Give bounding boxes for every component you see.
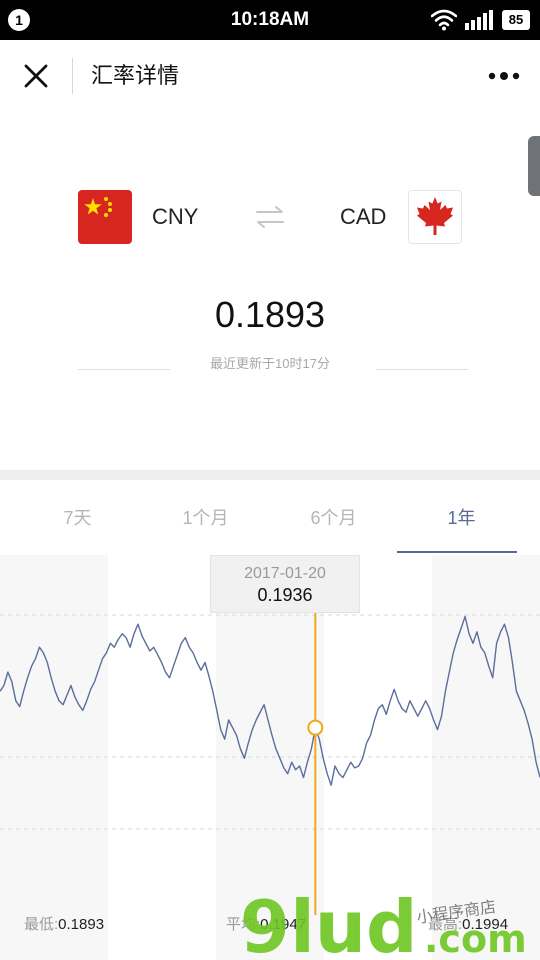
status-time: 10:18AM (230, 9, 310, 30)
stat-high-label: 最高: (428, 916, 463, 933)
stat-low-value: 0.1893 (58, 916, 105, 933)
page-title: 汇率详情 (91, 63, 180, 88)
battery-icon: 85 (502, 10, 530, 30)
chart-tooltip: 2017-01-20 0.1936 (210, 555, 360, 613)
stat-high-value: 0.1994 (462, 916, 509, 933)
to-currency-code[interactable]: CAD (340, 200, 386, 234)
tooltip-date: 2017-01-20 (244, 565, 326, 582)
tab-6-months[interactable]: 6个月 (266, 505, 401, 531)
tooltip-value: 0.1936 (257, 585, 313, 605)
tab-7-days[interactable]: 7天 (10, 505, 145, 531)
stat-avg-label: 平均: (226, 916, 261, 933)
close-icon[interactable] (22, 62, 50, 90)
nav-bar: 汇率详情 (0, 40, 540, 112)
china-flag-icon[interactable] (78, 190, 132, 244)
canada-flag-icon[interactable] (408, 190, 462, 244)
stat-high: 最高:0.1994 (428, 914, 508, 936)
exchange-rate-value: 0.1893 (214, 294, 326, 335)
divider-right (376, 369, 468, 370)
from-currency-code[interactable]: CNY (152, 200, 198, 234)
rate-line-chart[interactable] (0, 555, 540, 960)
more-icon[interactable] (486, 62, 522, 90)
stat-average: 平均:0.1947 (226, 914, 306, 936)
stat-low-label: 最低: (24, 916, 59, 933)
stat-avg-value: 0.1947 (260, 916, 307, 933)
section-gap (0, 470, 540, 480)
cursor-dot (307, 719, 324, 736)
nav-divider (72, 58, 73, 94)
signal-icon (465, 10, 493, 30)
tab-active-indicator (397, 551, 517, 553)
tab-1-month[interactable]: 1个月 (138, 505, 273, 531)
wifi-icon (431, 9, 457, 31)
last-updated-text: 最近更新于10时17分 (210, 356, 330, 371)
tab-1-year[interactable]: 1年 (394, 505, 529, 531)
side-handle[interactable] (528, 136, 540, 196)
swap-icon[interactable] (254, 204, 286, 230)
stat-low: 最低:0.1893 (24, 914, 104, 936)
status-bar: 1 10:18AM 85 (0, 0, 540, 40)
